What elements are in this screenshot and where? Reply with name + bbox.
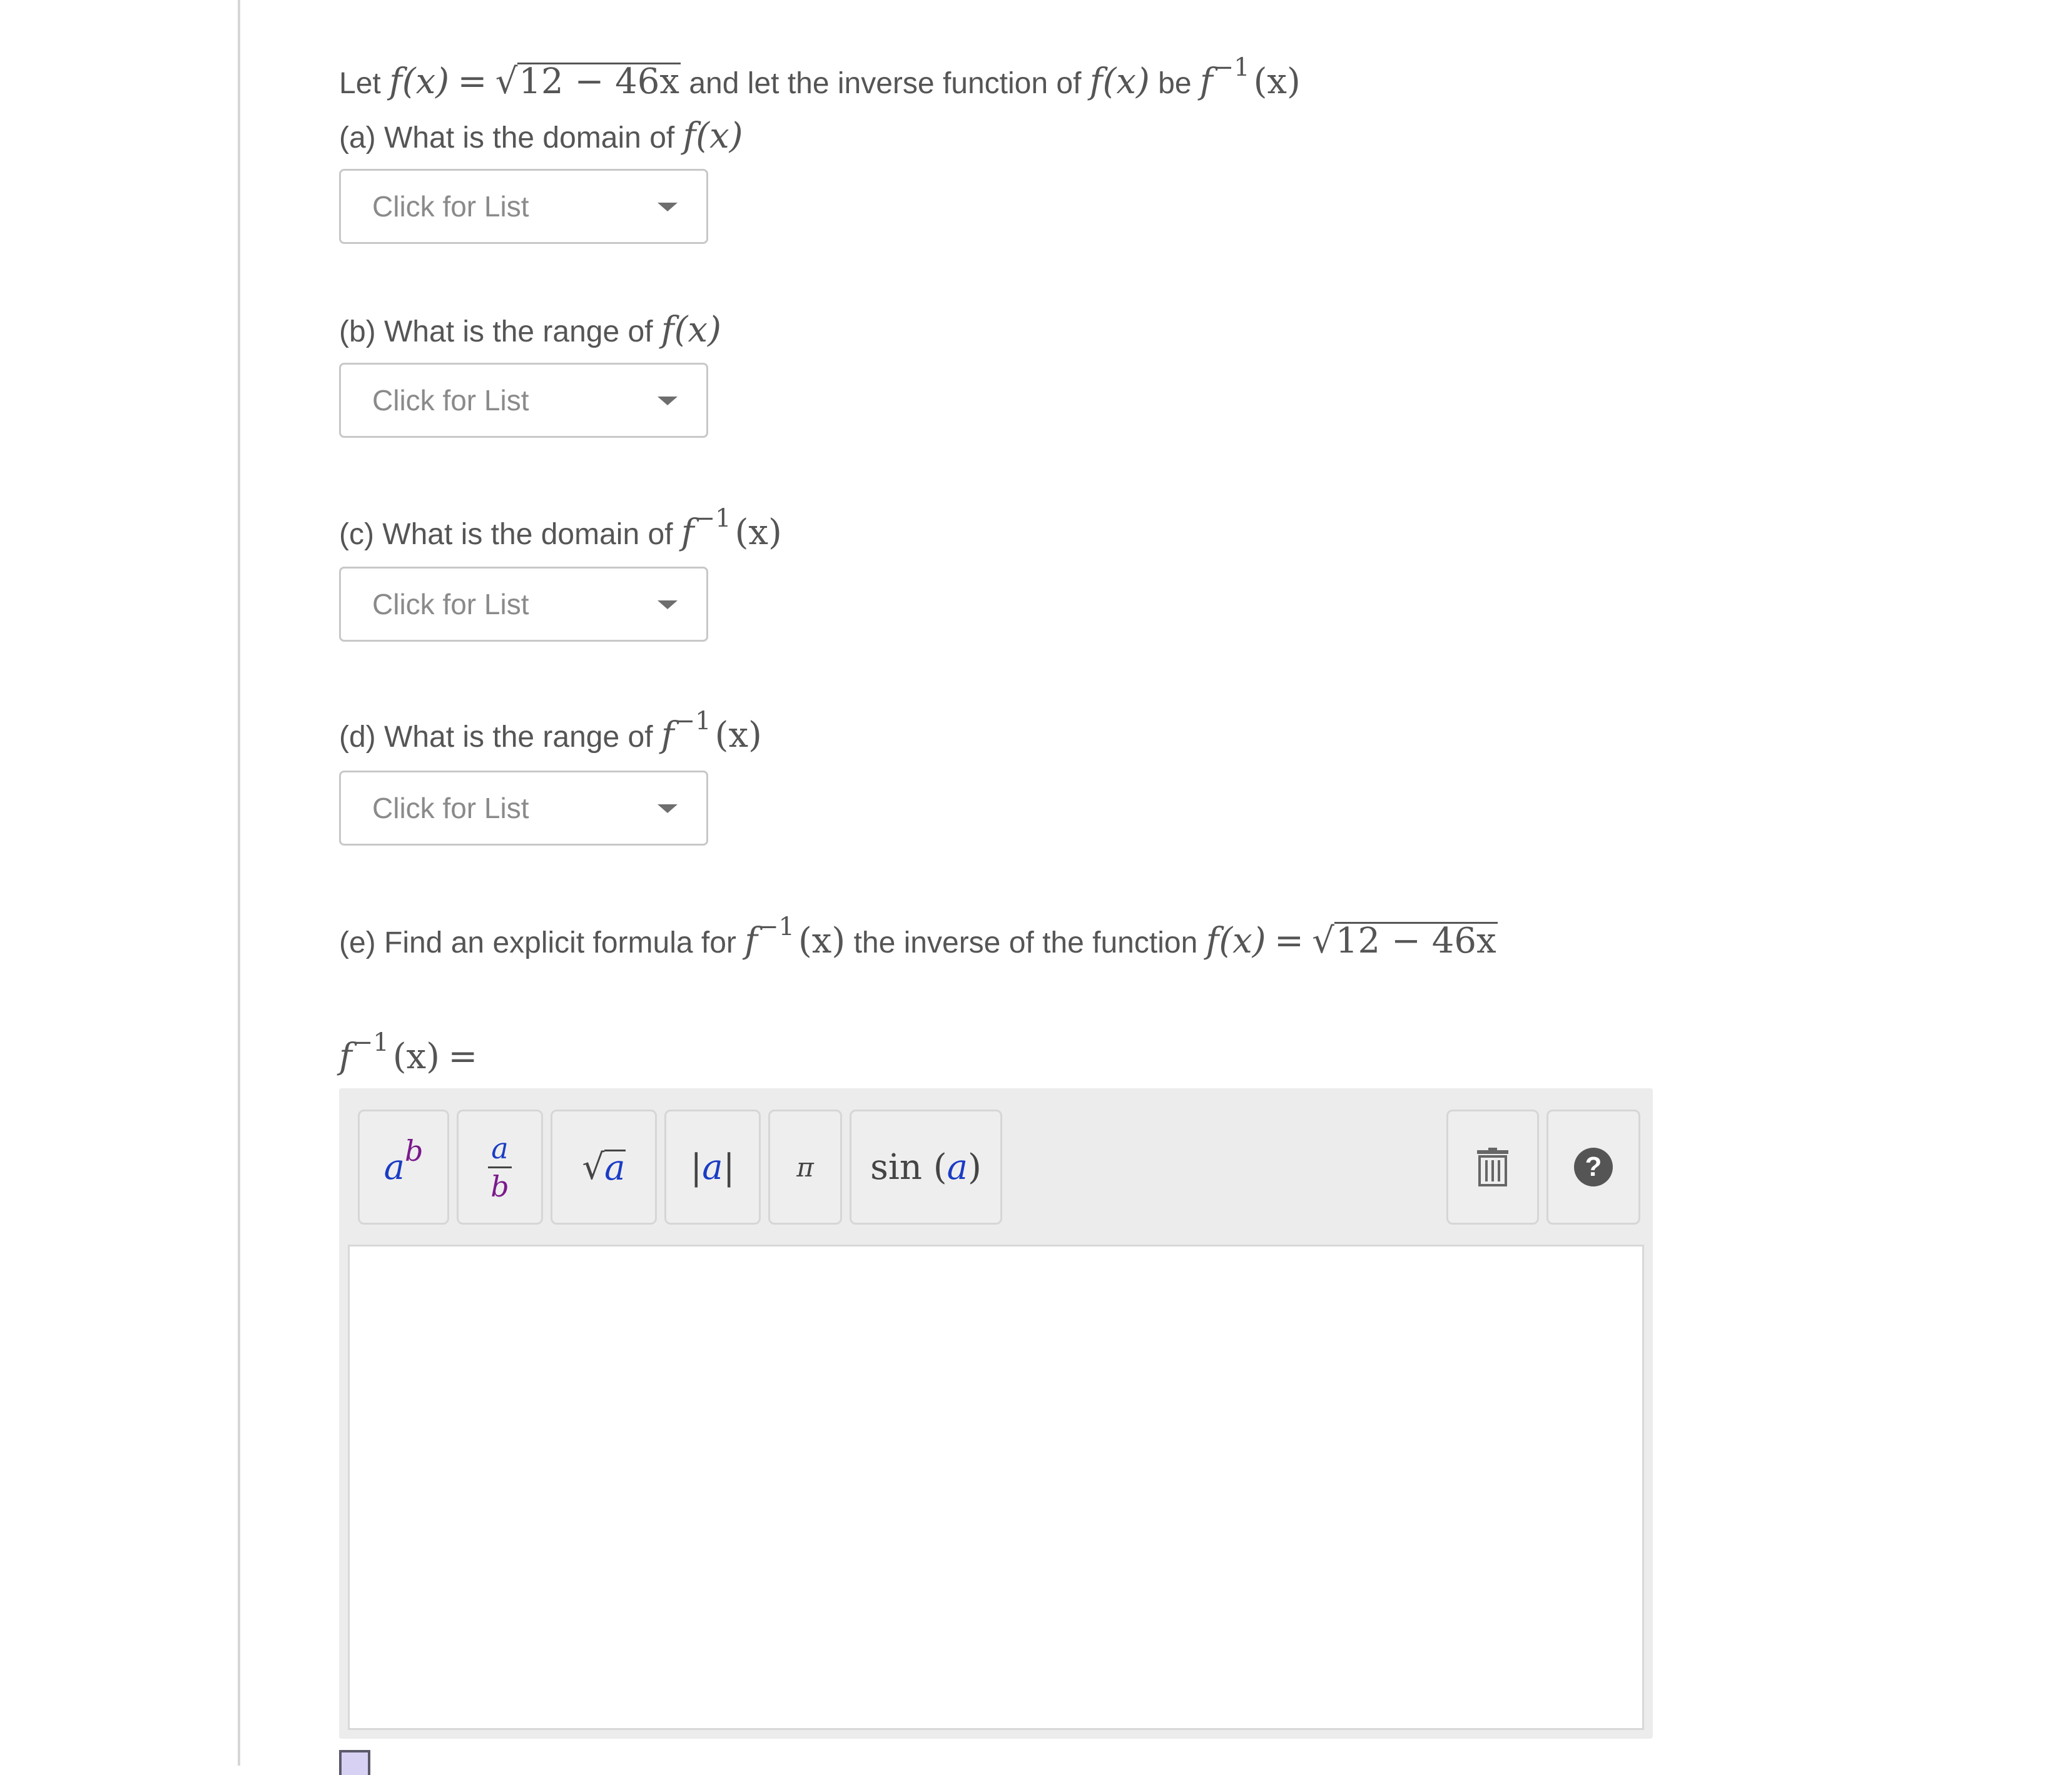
document-icon[interactable] [339, 1750, 370, 1775]
pi-button[interactable]: π [768, 1110, 842, 1225]
power-exponent: b [404, 1134, 424, 1168]
power-base: a [383, 1146, 405, 1188]
part-e-radicand: 12 − 46x [1334, 921, 1498, 961]
chevron-down-icon [658, 203, 678, 211]
part-e-label: (e) Find an explicit formula for [339, 926, 736, 959]
part-d-dropdown-label: Click for List [372, 792, 529, 824]
part-b-label: (b) What is the range of [339, 315, 653, 348]
part-d-question: (d) What is the range of f−1 (x) [339, 707, 762, 757]
part-c-dropdown-label: Click for List [372, 588, 529, 620]
intro-text-be: be [1158, 67, 1192, 100]
intro-text-let: Let [339, 67, 381, 100]
chevron-down-icon [658, 804, 678, 813]
sin-close-paren: ) [967, 1146, 982, 1188]
power-button[interactable]: ab [358, 1110, 449, 1225]
part-e-sqrt-symbol: √ [1312, 921, 1334, 961]
sin-argument: a [947, 1146, 968, 1188]
fraction-button[interactable]: a b [457, 1110, 543, 1225]
part-e-question: (e) Find an explicit formula for f−1 (x) … [339, 913, 1498, 963]
sqrt-symbol: √ [582, 1146, 605, 1188]
chevron-down-icon [658, 600, 678, 609]
part-c-question: (c) What is the domain of f−1 (x) [339, 504, 782, 555]
answer-label: f−1 (x) = [339, 1028, 478, 1079]
intro-f-of-x-2: f(x) [1089, 61, 1150, 102]
part-c-label: (c) What is the domain of [339, 518, 673, 551]
abs-right-bar: | [723, 1146, 735, 1188]
part-a-math: f(x) [683, 116, 743, 156]
intro-equals: = [457, 61, 487, 102]
fraction-bar [488, 1166, 512, 1168]
left-border [238, 0, 240, 1766]
part-d-math: f−1 (x) [661, 707, 762, 756]
clear-button[interactable] [1446, 1110, 1539, 1225]
math-input-area[interactable] [348, 1245, 1644, 1730]
answer-equals: = [448, 1036, 478, 1077]
sin-function: sin [870, 1146, 922, 1188]
part-e-text: the inverse of the function [853, 926, 1198, 959]
part-a-dropdown[interactable]: Click for List [339, 169, 708, 244]
sin-open-paren: ( [933, 1146, 947, 1188]
intro-f-of-x: f(x) [389, 61, 450, 102]
intro-text-inverse: and let the inverse function of [689, 67, 1082, 100]
chevron-down-icon [658, 397, 678, 405]
fraction-numerator: a [491, 1131, 509, 1165]
part-e-f-of-x: f(x) [1206, 921, 1266, 961]
part-b-question: (b) What is the range of f(x) [339, 311, 721, 351]
abs-left-bar: | [690, 1146, 703, 1188]
fraction-denominator: b [490, 1169, 509, 1203]
math-editor: ab a b √ a | a | π sin (a) ? [339, 1088, 1653, 1739]
sqrt-button[interactable]: √ a [551, 1110, 657, 1225]
part-c-dropdown[interactable]: Click for List [339, 567, 708, 642]
intro-f-inverse: f−1 (x) [1199, 53, 1301, 102]
part-b-dropdown-label: Click for List [372, 384, 529, 417]
help-icon: ? [1574, 1148, 1613, 1186]
help-button[interactable]: ? [1546, 1110, 1640, 1225]
intro-radicand: 12 − 46x [517, 61, 681, 102]
part-d-dropdown[interactable]: Click for List [339, 771, 708, 846]
abs-argument: a [702, 1146, 723, 1188]
part-b-dropdown[interactable]: Click for List [339, 363, 708, 438]
part-e-equals: = [1274, 921, 1304, 961]
part-c-math: f−1 (x) [681, 504, 782, 553]
trash-icon [1477, 1148, 1508, 1186]
part-a-label: (a) What is the domain of [339, 121, 675, 154]
problem-statement: Let f(x) = √12 − 46x and let the inverse… [339, 53, 1301, 104]
part-a-question: (a) What is the domain of f(x) [339, 118, 743, 157]
answer-f-inverse: f−1 (x) [339, 1028, 440, 1077]
part-b-math: f(x) [661, 310, 721, 350]
part-e-f-inverse: f−1 (x) [744, 913, 846, 961]
pi-symbol: π [796, 1151, 814, 1183]
part-d-label: (d) What is the range of [339, 721, 653, 754]
sqrt-argument: a [604, 1147, 626, 1188]
absolute-value-button[interactable]: | a | [664, 1110, 761, 1225]
part-a-dropdown-label: Click for List [372, 190, 529, 223]
sin-button[interactable]: sin (a) [850, 1110, 1002, 1225]
intro-sqrt-symbol: √ [495, 61, 518, 102]
